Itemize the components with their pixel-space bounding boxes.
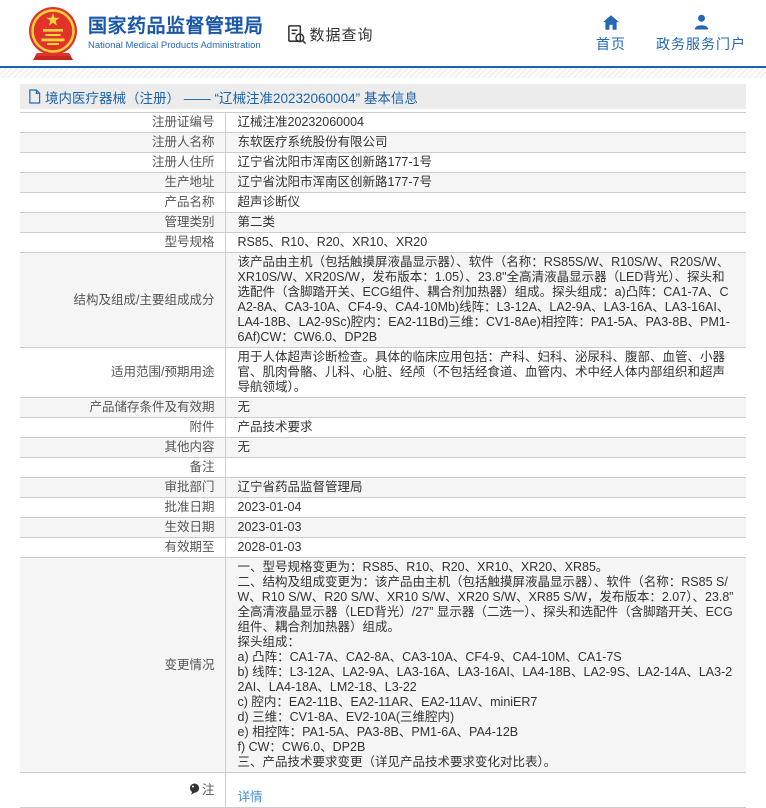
row-label: 备注 (20, 458, 225, 478)
row-value: 产品技术要求 (225, 418, 746, 438)
table-row: 注册人名称 东软医疗系统股份有限公司 (20, 133, 746, 153)
row-label: 型号规格 (20, 233, 225, 253)
table-row: 产品名称 超声诊断仪 (20, 193, 746, 213)
data-query-label: 数据查询 (310, 24, 374, 45)
home-icon (603, 13, 619, 30)
table-row: 产品储存条件及有效期 无 (20, 398, 746, 418)
row-label: 注册人名称 (20, 133, 225, 153)
table-row: 有效期至 2028-01-03 (20, 538, 746, 558)
row-value: 辽械注准20232060004 (225, 113, 746, 133)
row-label: 有效期至 (20, 538, 225, 558)
row-label: 管理类别 (20, 213, 225, 233)
row-label: 附件 (20, 418, 225, 438)
row-value: 辽宁省药品监督管理局 (225, 478, 746, 498)
data-query-tab[interactable]: 数据查询 (286, 24, 374, 45)
main-content: 境内医疗器械（注册） —— “辽械注准20232060004” 基本信息 注册证… (20, 84, 746, 808)
row-value: 详情 (225, 773, 746, 808)
row-label: 其他内容 (20, 438, 225, 458)
table-row-note: 注 详情 (20, 773, 746, 808)
table-row: 批准日期 2023-01-04 (20, 498, 746, 518)
row-value: 第二类 (225, 213, 746, 233)
row-label: 批准日期 (20, 498, 225, 518)
table-row: 型号规格 RS85、R10、R20、XR10、XR20 (20, 233, 746, 253)
row-label: 产品名称 (20, 193, 225, 213)
table-row: 管理类别 第二类 (20, 213, 746, 233)
page-title: 境内医疗器械（注册） —— “辽械注准20232060004” 基本信息 (45, 87, 418, 107)
row-label: 结构及组成/主要组成成分 (20, 253, 225, 348)
table-row: 注册人住所 辽宁省沈阳市浑南区创新路177-1号 (20, 153, 746, 173)
nav-home[interactable]: 首页 (596, 13, 626, 54)
row-value: 2023-01-03 (225, 518, 746, 538)
row-value: 该产品由主机（包括触摸屏液晶显示器）、软件（名称：RS85S/W、R10S/W、… (225, 253, 746, 348)
user-icon (694, 13, 709, 30)
page-icon (28, 89, 41, 104)
hatch-strip (0, 68, 766, 78)
site-subtitle: National Medical Products Administration (88, 39, 264, 52)
table-row: 附件 产品技术要求 (20, 418, 746, 438)
registration-info-table: 注册证编号 辽械注准20232060004 注册人名称 东软医疗系统股份有限公司… (20, 112, 746, 808)
row-label: 生产地址 (20, 173, 225, 193)
row-label: 变更情况 (20, 558, 225, 773)
nav-home-label: 首页 (596, 34, 626, 54)
table-row-structure: 结构及组成/主要组成成分 该产品由主机（包括触摸屏液晶显示器）、软件（名称：RS… (20, 253, 746, 348)
row-value: 辽宁省沈阳市浑南区创新路177-1号 (225, 153, 746, 173)
row-value: 2028-01-03 (225, 538, 746, 558)
table-row-scope: 适用范围/预期用途 用于人体超声诊断检查。具体的临床应用包括：产科、妇科、泌尿科… (20, 348, 746, 398)
row-value: 一、型号规格变更为：RS85、R10、R20、XR10、XR20、XR85。 二… (225, 558, 746, 773)
row-value: 东软医疗系统股份有限公司 (225, 133, 746, 153)
table-row-changes: 变更情况 一、型号规格变更为：RS85、R10、R20、XR10、XR20、XR… (20, 558, 746, 773)
note-label: 注 (202, 783, 215, 797)
note-icon (189, 783, 200, 795)
nav-portal-label: 政务服务门户 (656, 34, 746, 54)
site-header: 国家药品监督管理局 National Medical Products Admi… (0, 0, 766, 66)
row-value: 无 (225, 398, 746, 418)
row-value: 无 (225, 438, 746, 458)
table-row: 生效日期 2023-01-03 (20, 518, 746, 538)
row-label: 适用范围/预期用途 (20, 348, 225, 398)
row-label: 产品储存条件及有效期 (20, 398, 225, 418)
row-value (225, 458, 746, 478)
national-emblem-logo (28, 6, 78, 62)
site-title: 国家药品监督管理局 (88, 15, 264, 39)
table-row: 备注 (20, 458, 746, 478)
row-label: 审批部门 (20, 478, 225, 498)
table-row: 生产地址 辽宁省沈阳市浑南区创新路177-7号 (20, 173, 746, 193)
table-row: 审批部门 辽宁省药品监督管理局 (20, 478, 746, 498)
header-nav: 首页 政务服务门户 (596, 13, 746, 54)
brand-block: 国家药品监督管理局 National Medical Products Admi… (88, 15, 264, 52)
row-label: 生效日期 (20, 518, 225, 538)
table-row: 注册证编号 辽械注准20232060004 (20, 113, 746, 133)
row-value: 辽宁省沈阳市浑南区创新路177-7号 (225, 173, 746, 193)
row-label: 注册人住所 (20, 153, 225, 173)
row-value: 2023-01-04 (225, 498, 746, 518)
row-value: RS85、R10、R20、XR10、XR20 (225, 233, 746, 253)
row-label: 注册证编号 (20, 113, 225, 133)
row-label: 注 (20, 773, 225, 808)
row-value: 用于人体超声诊断检查。具体的临床应用包括：产科、妇科、泌尿科、腹部、血管、小器官… (225, 348, 746, 398)
document-search-icon (286, 24, 307, 45)
breadcrumb: 境内医疗器械（注册） —— “辽械注准20232060004” 基本信息 (20, 84, 746, 109)
row-value: 超声诊断仪 (225, 193, 746, 213)
nav-portal[interactable]: 政务服务门户 (656, 13, 746, 54)
details-link[interactable]: 详情 (238, 790, 263, 804)
table-row: 其他内容 无 (20, 438, 746, 458)
